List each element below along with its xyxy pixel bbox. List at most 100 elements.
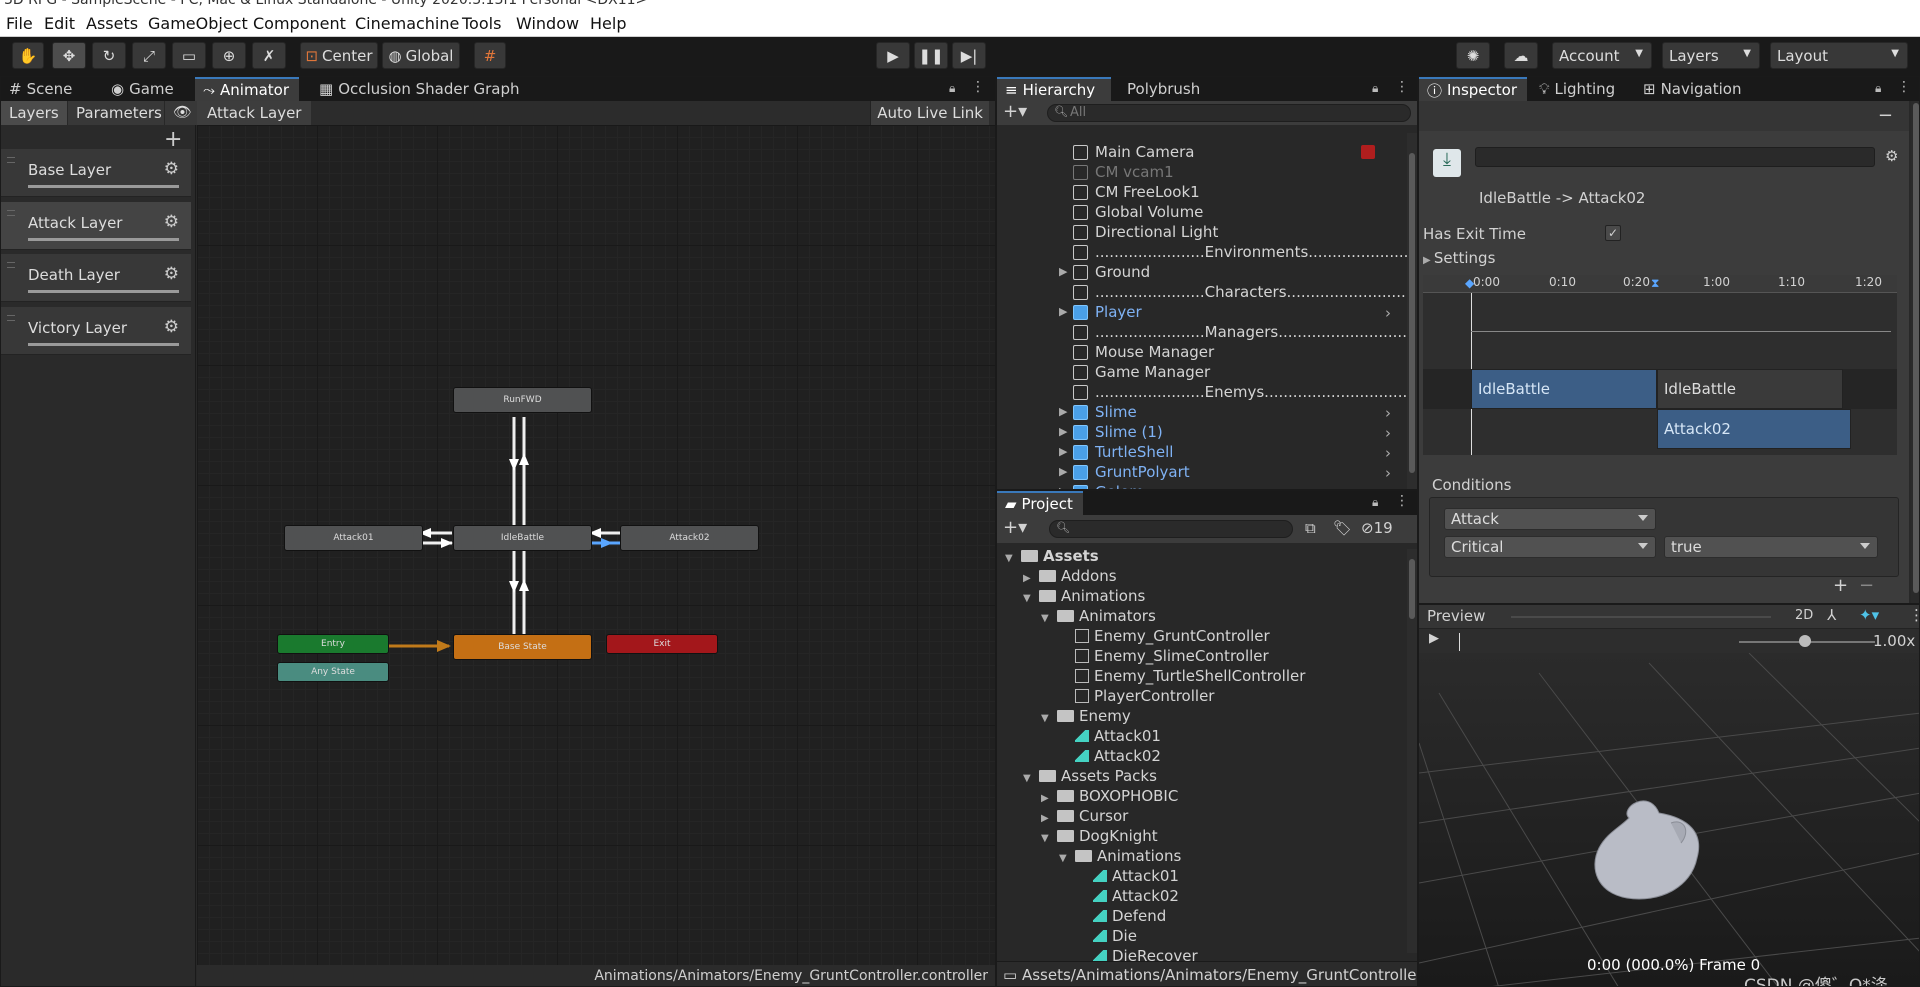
hierarchy-item[interactable]: ▶ TurtleShell › [997, 443, 1405, 463]
hierarchy-search-input[interactable]: 🔍︎ All [1047, 104, 1411, 122]
hierarchy-item[interactable]: Main Camera [997, 143, 1405, 163]
gear-icon[interactable]: ⚙ [164, 159, 179, 179]
hand-tool-button[interactable]: ✋ [12, 42, 44, 69]
tab-hierarchy[interactable]: ≡ Hierarchy [997, 77, 1111, 101]
settings-foldout[interactable]: ▶ Settings [1423, 249, 1495, 267]
menu-assets[interactable]: Assets [86, 14, 138, 33]
project-item[interactable]: Enemy_SlimeController [1059, 647, 1269, 667]
gear-icon[interactable]: ⚙ [164, 317, 179, 337]
move-tool-button[interactable]: ✥ [52, 42, 86, 69]
more-icon[interactable]: ⋮ [1395, 493, 1409, 509]
chevron-right-icon[interactable]: ▶ [1041, 793, 1057, 804]
pause-button[interactable]: ❚❚ [914, 42, 948, 69]
lock-icon[interactable]: 🔒︎ [949, 81, 955, 96]
chevron-right-icon[interactable]: ▶ [1023, 573, 1039, 584]
project-item[interactable]: Attack01 [1059, 727, 1161, 747]
expand-arrow-icon[interactable]: ▶ [1059, 425, 1067, 438]
auto-live-link-button[interactable]: Auto Live Link [870, 101, 989, 125]
condition-param-dropdown[interactable]: Attack [1444, 508, 1656, 530]
open-prefab-icon[interactable]: › [1385, 464, 1391, 482]
menu-file[interactable]: File [6, 14, 33, 33]
custom-tool-button[interactable]: ✗ [252, 42, 286, 69]
gear-icon[interactable]: ⚙ [164, 212, 179, 232]
transform-tool-button[interactable]: ⊕ [212, 42, 246, 69]
drag-handle-icon[interactable] [7, 262, 15, 268]
breadcrumb[interactable]: Attack Layer [197, 101, 312, 125]
state-runfwd[interactable]: RunFWD [453, 387, 592, 413]
hierarchy-item[interactable]: ▶ Player › [997, 303, 1405, 323]
layers-subtab[interactable]: Layers [1, 101, 67, 125]
open-prefab-icon[interactable]: › [1385, 424, 1391, 442]
hierarchy-item[interactable]: Global Volume [997, 203, 1405, 223]
chevron-down-icon[interactable]: ▼ [1041, 833, 1057, 844]
project-item[interactable]: DieRecover [1077, 947, 1198, 961]
tab-scene[interactable]: # Scene [1, 77, 103, 101]
layer-item[interactable]: Base Layer ⚙ [1, 149, 191, 197]
transition-range-handle-icon[interactable]: ⧗ [1651, 276, 1659, 291]
pivot-center-button[interactable]: ⊡ Center [300, 42, 378, 69]
state-entry[interactable]: Entry [277, 634, 389, 654]
hierarchy-item[interactable]: .......................Environments.....… [997, 243, 1417, 263]
more-icon[interactable]: ⋮ [1897, 79, 1911, 95]
state-any-state[interactable]: Any State [277, 662, 389, 682]
avatar-icon[interactable]: ✦▾ [1859, 606, 1879, 624]
play-icon[interactable]: ▶ [1429, 631, 1439, 646]
project-item[interactable]: Die [1077, 927, 1137, 947]
project-item[interactable]: Attack02 [1077, 887, 1179, 907]
parameters-subtab[interactable]: Parameters [68, 101, 164, 125]
source-clip[interactable]: IdleBattle [1471, 369, 1657, 409]
destination-clip[interactable]: Attack02 [1657, 409, 1851, 449]
collab-button[interactable]: ✺ [1456, 42, 1490, 69]
step-button[interactable]: ▶| [952, 42, 986, 69]
state-idlebattle[interactable]: IdleBattle [453, 525, 592, 551]
project-item[interactable]: ▶ Cursor [1041, 807, 1128, 827]
preview-viewport[interactable]: 0:00 (000.0%) Frame 0 CSDN @傻゛Q*涤 [1419, 653, 1919, 986]
cloud-button[interactable]: ☁ [1504, 42, 1538, 69]
chevron-down-icon[interactable]: ▼ [1041, 713, 1057, 724]
menu-edit[interactable]: Edit [44, 14, 75, 33]
hidden-packages-icon[interactable]: ⊘19 [1361, 519, 1393, 537]
project-search-input[interactable]: 🔍︎ [1049, 520, 1293, 538]
project-scrollbar[interactable] [1407, 549, 1417, 953]
drag-handle-icon[interactable] [7, 315, 15, 321]
add-icon[interactable]: +▾ [1003, 101, 1027, 122]
preview-2d-toggle[interactable]: 2D [1795, 608, 1813, 623]
add-condition-icon[interactable]: + [1833, 575, 1848, 596]
expand-arrow-icon[interactable]: ▶ [1059, 305, 1067, 318]
hierarchy-item[interactable]: ▶ Ground [997, 263, 1405, 283]
project-item[interactable]: Enemy_GruntController [1059, 627, 1270, 647]
tab-occlusion-shader-graph[interactable]: ▦ Occlusion Shader Graph [311, 77, 531, 101]
hierarchy-item[interactable]: ▶ GruntPolyart › [997, 463, 1405, 483]
speed-slider-thumb[interactable] [1799, 635, 1811, 647]
state-attack02[interactable]: Attack02 [620, 525, 759, 551]
open-prefab-icon[interactable]: › [1385, 304, 1391, 322]
expand-arrow-icon[interactable]: ▶ [1059, 465, 1067, 478]
rotate-tool-button[interactable]: ↻ [92, 42, 126, 69]
inspector-scrollbar[interactable] [1911, 101, 1919, 603]
open-prefab-icon[interactable]: › [1385, 444, 1391, 462]
tab-inspector[interactable]: ⓘ Inspector [1419, 77, 1527, 101]
project-item[interactable]: ▼ DogKnight [1041, 827, 1158, 847]
project-item[interactable]: PlayerController [1059, 687, 1214, 707]
add-icon[interactable]: +▾ [1003, 517, 1027, 538]
drag-handle-icon[interactable] [7, 210, 15, 216]
account-dropdown[interactable]: Account ▼ [1552, 42, 1652, 69]
expand-arrow-icon[interactable]: ▶ [1059, 265, 1067, 278]
hierarchy-scrollbar[interactable] [1407, 133, 1417, 489]
transition-timeline[interactable]: 0:00 0:10 0:20 1:00 1:10 1:20 ◆ ⧗ IdleBa… [1423, 275, 1897, 455]
hierarchy-item[interactable]: ▶ Slime (1) › [997, 423, 1405, 443]
grid-snap-button[interactable]: # [474, 42, 506, 69]
chevron-down-icon[interactable]: ▼ [1059, 853, 1075, 864]
menu-tools[interactable]: Tools [462, 14, 501, 33]
expand-arrow-icon[interactable]: ▶ [1059, 445, 1067, 458]
project-item[interactable]: ▼ Animations [1059, 847, 1181, 867]
remove-condition-icon[interactable]: − [1859, 575, 1874, 596]
menu-help[interactable]: Help [590, 14, 626, 33]
project-item[interactable]: ▶ BOXOPHOBIC [1041, 787, 1178, 807]
hierarchy-item[interactable]: Game Manager [997, 363, 1405, 383]
state-base-state[interactable]: Base State [453, 634, 592, 660]
scale-tool-button[interactable]: ⤢ [132, 42, 166, 69]
project-item[interactable]: Defend [1077, 907, 1166, 927]
layer-item[interactable]: Attack Layer ⚙ [1, 202, 191, 250]
layers-dropdown[interactable]: Layers ▼ [1662, 42, 1760, 69]
